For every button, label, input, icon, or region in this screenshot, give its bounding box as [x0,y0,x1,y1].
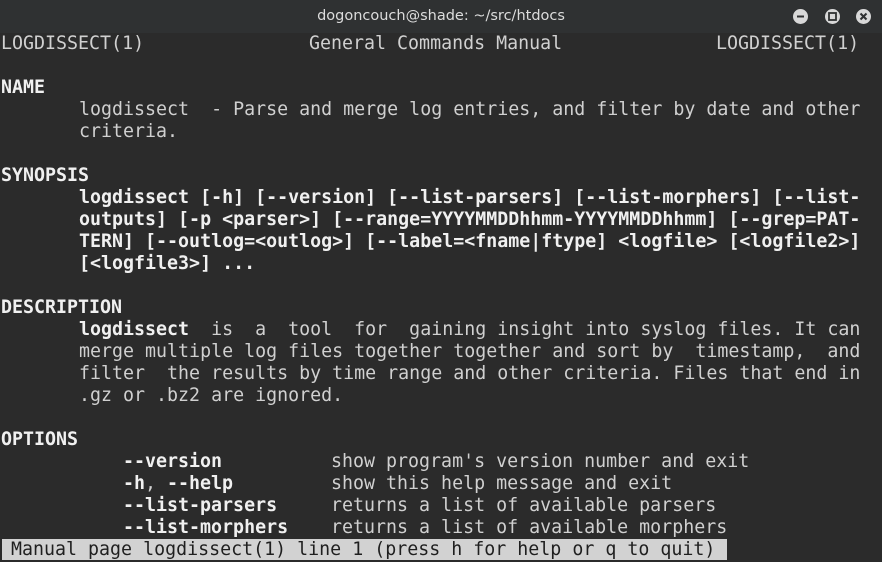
description-line-3: filter the results by time range and oth… [79,363,861,384]
option-desc: returns a list of available morphers [331,517,728,538]
synopsis-line-2: outputs] [-p <parser>] [--range=YYYYMMDD… [79,209,861,230]
option-desc: show this help message and exit [331,473,673,494]
synopsis-line-1: logdissect [-h] [--version] [--list-pars… [79,187,861,208]
minimize-button[interactable] [793,9,808,24]
option-desc: returns a list of available parsers [331,495,717,516]
description-line-1-text: is a tool for gaining insight into syslo… [189,319,861,340]
pager-status-bar: Manual page logdissect(1) line 1 (press … [2,539,727,560]
section-heading-name: NAME [1,77,46,98]
minimize-icon [797,15,804,18]
maximize-button[interactable] [825,9,840,24]
description-line-1: logdissect is a tool for gaining insight… [79,319,860,341]
window-title: dogoncouch@shade: ~/src/htdocs [317,8,565,24]
description-line-2: merge multiple log files together togeth… [79,341,861,362]
option-flag-long: --help [167,473,234,494]
section-heading-options: OPTIONS [1,429,79,450]
close-icon [859,12,868,21]
window-titlebar[interactable]: dogoncouch@shade: ~/src/htdocs [0,0,882,33]
description-command: logdissect [79,319,190,340]
description-line-4: .gz or .bz2 are ignored. [79,385,344,406]
terminal-area[interactable]: LOGDISSECT(1) General Commands Manual LO… [0,33,882,562]
name-line-2: criteria. [79,121,179,142]
option-flag-short: -h [123,473,146,494]
option-flag-sep: , [145,473,168,494]
synopsis-line-4: [<logfile3>] ... [79,253,256,274]
synopsis-line-3: TERN] [--outlog=<outlog>] [--label=<fnam… [79,231,861,252]
option-flag: --list-parsers [123,495,278,516]
option-flag: -h, --help [123,473,233,495]
option-flag: --list-morphers [123,517,289,538]
section-heading-description: DESCRIPTION [1,297,123,318]
man-header-center: General Commands Manual [309,33,563,54]
option-desc: show program's version number and exit [331,451,750,472]
close-button[interactable] [856,9,871,24]
option-flag: --version [123,451,223,472]
man-header-right: LOGDISSECT(1) [716,33,860,54]
maximize-icon [828,12,837,21]
name-line-1: logdissect - Parse and merge log entries… [79,99,861,120]
section-heading-synopsis: SYNOPSIS [1,165,90,186]
man-header-left: LOGDISSECT(1) [1,33,145,54]
